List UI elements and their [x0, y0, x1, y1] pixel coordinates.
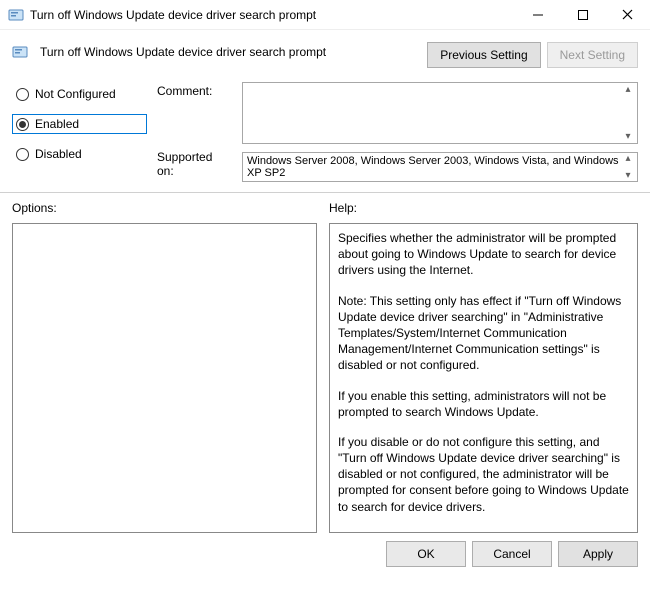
policy-icon [8, 7, 24, 23]
previous-setting-button[interactable]: Previous Setting [427, 42, 540, 68]
options-label: Options: [12, 201, 317, 215]
close-button[interactable] [605, 0, 650, 30]
scroll-up-icon[interactable]: ▴ [620, 153, 636, 164]
radio-not-configured[interactable]: Not Configured [12, 84, 147, 104]
help-text: If you disable or do not configure this … [338, 434, 631, 515]
radio-label: Disabled [35, 147, 82, 161]
ok-button[interactable]: OK [386, 541, 466, 567]
radio-label: Not Configured [35, 87, 116, 101]
titlebar: Turn off Windows Update device driver se… [0, 0, 650, 30]
help-text: Note: This setting only has effect if "T… [338, 293, 631, 374]
radio-icon [16, 118, 29, 131]
help-text: If you enable this setting, administrato… [338, 388, 631, 420]
radio-label: Enabled [35, 117, 79, 131]
radio-icon [16, 148, 29, 161]
policy-icon [12, 44, 28, 60]
supported-label: Supported on: [157, 150, 232, 178]
options-panel [12, 223, 317, 533]
comment-label: Comment: [157, 84, 232, 98]
help-panel: Specifies whether the administrator will… [329, 223, 638, 533]
maximize-button[interactable] [560, 0, 605, 30]
minimize-button[interactable] [515, 0, 560, 30]
help-label: Help: [329, 201, 638, 215]
window-controls [515, 0, 650, 30]
radio-disabled[interactable]: Disabled [12, 144, 147, 164]
scroll-up-icon[interactable]: ▴ [620, 84, 636, 95]
supported-on-field: Windows Server 2008, Windows Server 2003… [242, 152, 638, 182]
comment-field[interactable]: ▴ ▾ [242, 82, 638, 144]
supported-value: Windows Server 2008, Windows Server 2003… [247, 155, 633, 179]
scroll-down-icon[interactable]: ▾ [620, 170, 636, 181]
apply-button[interactable]: Apply [558, 541, 638, 567]
help-text: Specifies whether the administrator will… [338, 230, 631, 279]
policy-title: Turn off Windows Update device driver se… [40, 45, 326, 59]
next-setting-button: Next Setting [547, 42, 638, 68]
cancel-button[interactable]: Cancel [472, 541, 552, 567]
radio-enabled[interactable]: Enabled [12, 114, 147, 134]
radio-icon [16, 88, 29, 101]
state-radio-group: Not Configured Enabled Disabled [12, 82, 147, 182]
dialog-footer: OK Cancel Apply [0, 533, 650, 577]
window-title: Turn off Windows Update device driver se… [30, 8, 515, 22]
scroll-down-icon[interactable]: ▾ [620, 131, 636, 142]
header-row: Turn off Windows Update device driver se… [12, 38, 638, 68]
